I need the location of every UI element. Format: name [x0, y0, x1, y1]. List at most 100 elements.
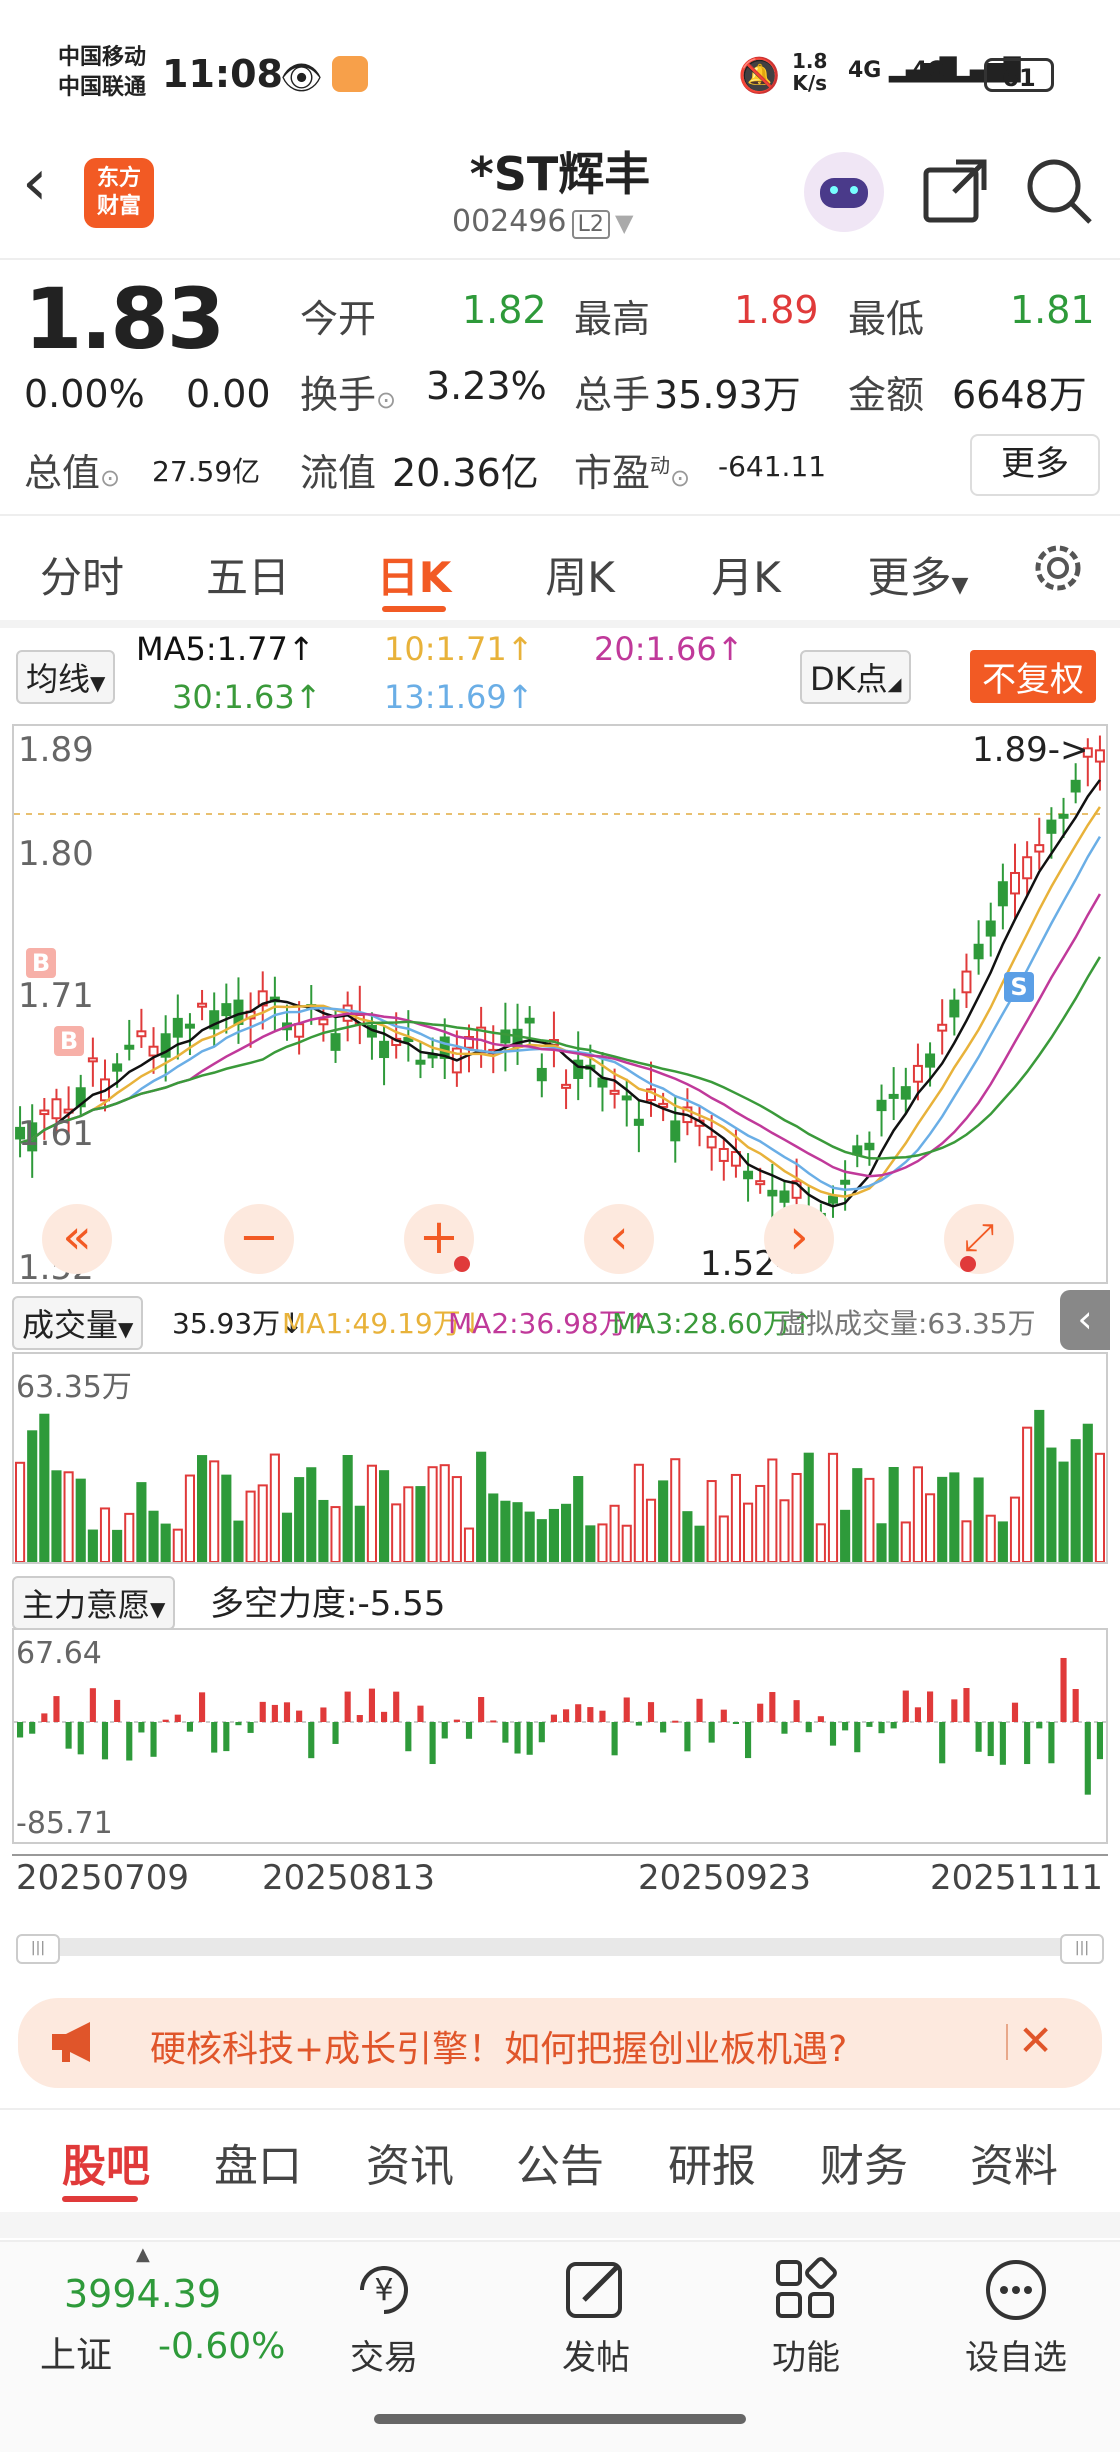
candle-body — [318, 1018, 329, 1026]
nav-trade-label[interactable]: 交易 — [324, 2330, 444, 2379]
force-bar — [77, 1722, 84, 1755]
share-icon[interactable] — [920, 156, 990, 230]
more-dots-icon[interactable] — [980, 2254, 1052, 2326]
change-pct: 0.00% — [24, 372, 145, 416]
volume-bar — [900, 1521, 911, 1562]
promo-banner[interactable]: 硬核科技+成长引擎！如何把握创业板机遇? ✕ — [18, 1998, 1102, 2088]
force-bar — [332, 1722, 339, 1744]
volume-bar — [718, 1515, 729, 1562]
kline-chart[interactable] — [12, 724, 1108, 1284]
volume-bar — [1022, 1426, 1033, 1562]
volume-selector[interactable]: 成交量▼ — [12, 1296, 144, 1350]
megaphone-icon — [46, 2020, 102, 2068]
volume-bar — [354, 1505, 365, 1562]
volume-bar — [148, 1510, 159, 1562]
tab-pankou[interactable]: 盘口 — [198, 2130, 318, 2194]
force-chart[interactable] — [12, 1628, 1108, 1844]
gear-icon[interactable] — [1028, 538, 1088, 602]
ma-selector[interactable]: 均线▼ — [16, 650, 116, 704]
ma20-legend: 20:1.66↑ — [594, 630, 744, 668]
scroll-right-button[interactable]: › — [764, 1204, 834, 1274]
brand-logo[interactable]: 东方 财富 — [84, 158, 154, 228]
quote-divider — [0, 514, 1120, 516]
collapse-panel-button[interactable]: ‹ — [1060, 1290, 1110, 1350]
scroll-left-button[interactable]: ‹ — [584, 1204, 654, 1274]
volume-bar — [245, 1490, 256, 1562]
pe-value: -641.11 — [718, 450, 827, 483]
force-bar — [89, 1688, 96, 1722]
force-bar — [623, 1697, 630, 1722]
dk-point-selector[interactable]: DK点◢ — [800, 650, 912, 704]
volume-bar — [15, 1461, 26, 1562]
force-axis-bottom: -85.71 — [16, 1806, 113, 1841]
index-change[interactable]: -0.60% — [158, 2326, 285, 2367]
force-bar — [1084, 1722, 1091, 1795]
back-button[interactable]: ‹ — [22, 146, 48, 220]
candle-body — [852, 1145, 863, 1156]
trade-icon[interactable]: ¥ — [348, 2254, 420, 2326]
section-divider — [0, 2108, 1120, 2110]
search-icon[interactable] — [1024, 156, 1094, 230]
price-axis-mid3: 1.61 — [18, 1114, 94, 1154]
amount-label: 金额 — [848, 373, 925, 417]
candle-body — [294, 1023, 305, 1038]
tab-timeshare[interactable]: 分时 — [20, 544, 144, 605]
tab-finance[interactable]: 财务 — [804, 2130, 924, 2194]
more-quote-button[interactable]: 更多 — [970, 434, 1100, 496]
post-icon[interactable] — [560, 2254, 632, 2326]
robot-assistant-icon[interactable] — [804, 152, 884, 232]
fullscreen-button[interactable]: ⤢ — [944, 1204, 1014, 1274]
nav-apps-label[interactable]: 功能 — [746, 2330, 866, 2379]
apps-icon[interactable] — [770, 2254, 842, 2326]
force-bar — [138, 1722, 145, 1733]
tab-guba[interactable]: 股吧 — [46, 2130, 166, 2194]
float-label: 流值 — [300, 451, 377, 495]
tab-five-day[interactable]: 五日 — [186, 544, 310, 605]
tab-weekly-k[interactable]: 周K — [518, 544, 642, 605]
volume-bar — [476, 1451, 487, 1562]
volume-bar — [39, 1413, 50, 1562]
volume-bar — [949, 1472, 960, 1562]
force-selector[interactable]: 主力意愿▼ — [12, 1576, 176, 1630]
candle-body — [1094, 749, 1105, 763]
chart-scrollbar[interactable]: ||| ||| — [16, 1934, 1104, 1964]
candle-body — [330, 1033, 341, 1051]
banner-text: 硬核科技+成长引擎！如何把握创业板机遇? — [150, 2029, 848, 2070]
candle-body — [172, 1017, 183, 1038]
index-name[interactable]: 上证 — [40, 2326, 112, 2378]
stock-code-row[interactable]: 002496 L2 ▼ — [452, 204, 633, 239]
tab-announcements[interactable]: 公告 — [500, 2130, 620, 2194]
force-plot — [14, 1657, 1106, 1795]
close-icon[interactable]: ✕ — [1018, 2016, 1053, 2065]
nav-post-label[interactable]: 发帖 — [536, 2330, 656, 2379]
candle-body — [633, 1118, 644, 1126]
date-label: 20250709 — [16, 1858, 190, 1898]
tab-more[interactable]: 更多▼ — [856, 544, 980, 605]
volume-bar — [803, 1452, 814, 1562]
adjust-selector[interactable]: 不复权 — [970, 650, 1096, 703]
volume-chart[interactable] — [12, 1352, 1108, 1564]
tab-monthly-k[interactable]: 月K — [684, 544, 808, 605]
eye-icon: 👁 — [280, 58, 324, 98]
tab-research[interactable]: 研报 — [652, 2130, 772, 2194]
volume-bar — [1009, 1496, 1021, 1562]
force-bar — [975, 1722, 982, 1752]
candle-body — [1034, 844, 1045, 853]
volume-bar — [925, 1493, 936, 1562]
fullscreen-dot — [960, 1256, 976, 1272]
candle-body — [87, 1057, 98, 1063]
nav-watchlist-label[interactable]: 设自选 — [956, 2330, 1076, 2379]
force-bar — [453, 1719, 460, 1722]
force-bar — [538, 1722, 545, 1743]
index-value[interactable]: 3994.39 — [64, 2272, 221, 2316]
volume-bar — [391, 1503, 402, 1562]
pe-label: 市盈动⊙ — [574, 451, 691, 495]
zoom-out-button[interactable]: − — [224, 1204, 294, 1274]
scroll-left-fast-button[interactable]: « — [42, 1204, 112, 1274]
force-bar — [441, 1722, 448, 1739]
tab-daily-k[interactable]: 日K — [352, 544, 476, 605]
volume-bar — [403, 1486, 414, 1562]
tab-news[interactable]: 资讯 — [350, 2130, 470, 2194]
tab-profile[interactable]: 资料 — [954, 2130, 1074, 2194]
candle-body — [561, 1083, 572, 1089]
